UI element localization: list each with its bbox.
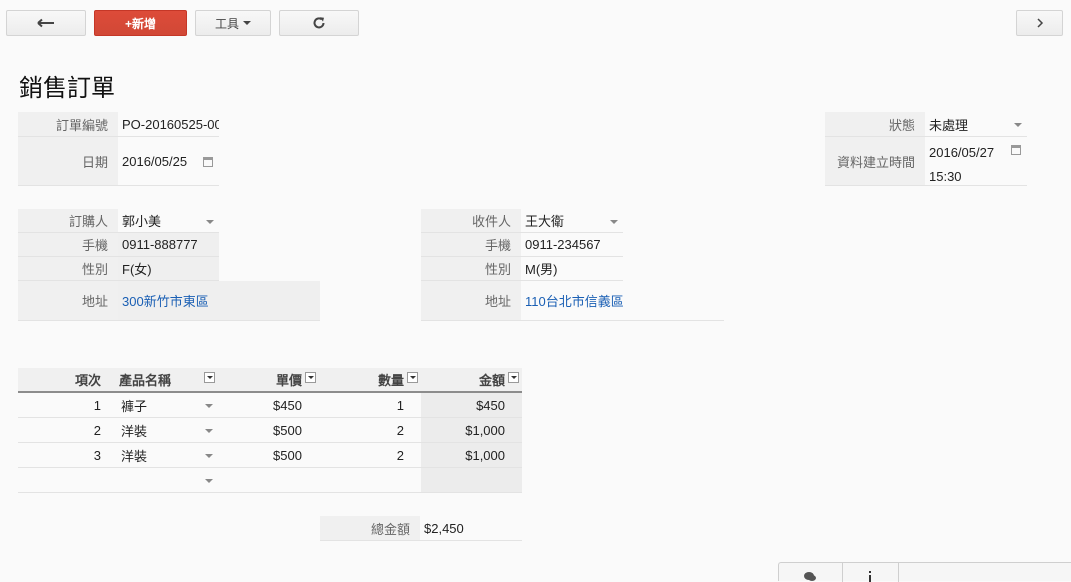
buyer-gender-field: F(女) — [118, 257, 219, 280]
receiver-name-row: 收件人 王大衛 — [421, 209, 623, 233]
calendar-icon[interactable] — [203, 157, 213, 167]
col-header-price: 單價 — [275, 373, 302, 388]
next-record-button[interactable] — [1016, 10, 1063, 36]
cell-no: 1 — [93, 398, 101, 413]
chevron-down-icon[interactable] — [205, 429, 213, 433]
receiver-gender-row: 性別 M(男) — [421, 257, 623, 281]
col-header-product: 產品名稱 — [119, 373, 172, 388]
order-no-row: 訂單編號 PO-20160525-00 — [18, 112, 219, 137]
cell-amount: $1,000 — [465, 423, 505, 438]
col-header-no: 項次 — [74, 373, 101, 388]
cell-no: 3 — [93, 448, 101, 463]
receiver-gender-field[interactable]: M(男) — [521, 257, 623, 280]
chevron-down-icon[interactable] — [205, 404, 213, 408]
back-button[interactable] — [6, 10, 86, 36]
receiver-address-label: 地址 — [421, 281, 521, 320]
buyer-address-link[interactable]: 300新竹市東區 — [118, 281, 320, 320]
cell-price[interactable]: $500 — [273, 443, 333, 468]
buyer-gender-row: 性別 F(女) — [18, 257, 219, 281]
cell-product[interactable]: 洋裝 — [121, 418, 201, 443]
created-time-value: 2016/05/27 15:30 — [929, 141, 994, 189]
cell-qty[interactable]: 2 — [354, 418, 404, 443]
status-select[interactable]: 未處理 — [925, 112, 1015, 136]
column-menu-icon[interactable] — [305, 372, 316, 383]
status-label: 狀態 — [825, 112, 925, 136]
receiver-phone-field[interactable]: 0911-234567 — [521, 233, 623, 256]
receiver-gender-label: 性別 — [421, 257, 521, 280]
page-title: 銷售訂單 — [19, 74, 115, 102]
chevron-down-icon[interactable] — [610, 220, 618, 224]
calendar-icon[interactable] — [1011, 145, 1021, 155]
buyer-phone-label: 手機 — [18, 233, 118, 256]
created-time-label: 資料建立時間 — [825, 137, 925, 185]
buyer-gender-label: 性別 — [18, 257, 118, 280]
date-row: 日期 2016/05/25 — [18, 137, 219, 186]
buyer-address-label: 地址 — [18, 281, 118, 320]
cell-amount: $1,000 — [465, 448, 505, 463]
cell-no: 2 — [93, 423, 101, 438]
tools-menu-button[interactable]: 工具 — [195, 10, 271, 36]
created-time: 15:30 — [929, 169, 962, 184]
total-value: $2,450 — [424, 520, 464, 536]
date-field[interactable]: 2016/05/25 — [118, 137, 198, 185]
cell-product[interactable]: 褲子 — [121, 393, 201, 418]
chevron-down-icon[interactable] — [1014, 123, 1022, 127]
caret-down-icon — [243, 21, 251, 25]
order-no-field[interactable]: PO-20160525-00 — [118, 112, 219, 136]
chevron-down-icon[interactable] — [206, 220, 214, 224]
status-row: 狀態 未處理 — [825, 112, 1027, 137]
receiver-name-label: 收件人 — [421, 209, 521, 232]
cell-product[interactable]: 洋裝 — [121, 443, 201, 468]
cell-qty[interactable]: 1 — [354, 393, 404, 418]
column-menu-icon[interactable] — [407, 372, 418, 383]
receiver-phone-row: 手機 0911-234567 — [421, 233, 623, 257]
info-icon — [869, 571, 871, 582]
receiver-address-link[interactable]: 110台北市信義區 — [521, 281, 724, 320]
buyer-name-select[interactable]: 郭小美 — [118, 209, 219, 232]
add-new-label: +新增 — [124, 16, 156, 31]
refresh-icon — [313, 17, 325, 29]
cell-price[interactable]: $500 — [273, 418, 333, 443]
cell-amount: $450 — [476, 398, 505, 413]
receiver-name-select[interactable]: 王大衛 — [521, 209, 623, 232]
info-button[interactable] — [842, 563, 899, 582]
chevron-down-icon[interactable] — [205, 454, 213, 458]
row-divider — [18, 492, 522, 493]
buyer-phone-row: 手機 0911-888777 — [18, 233, 219, 257]
total-row: 總金額 $2,450 — [320, 516, 522, 541]
tools-label: 工具 — [214, 16, 239, 31]
column-menu-icon[interactable] — [508, 372, 519, 383]
cell-qty[interactable]: 2 — [354, 443, 404, 468]
buyer-phone-field: 0911-888777 — [118, 233, 219, 256]
col-header-qty: 數量 — [377, 373, 404, 388]
total-label: 總金額 — [320, 516, 420, 540]
receiver-phone-label: 手機 — [421, 233, 521, 256]
bottom-panel-bar — [778, 562, 1071, 582]
created-date: 2016/05/27 — [929, 145, 995, 160]
receiver-address-row: 地址 110台北市信義區 — [421, 281, 724, 321]
comments-button[interactable] — [779, 563, 843, 582]
arrow-left-icon — [37, 18, 54, 28]
buyer-name-label: 訂購人 — [18, 209, 118, 232]
add-new-button[interactable]: +新增 — [94, 10, 187, 36]
col-header-amount: 金額 — [478, 373, 505, 388]
chevron-right-icon — [1036, 18, 1043, 28]
order-no-label: 訂單編號 — [18, 112, 118, 136]
column-menu-icon[interactable] — [204, 372, 215, 383]
cell-price[interactable]: $450 — [273, 393, 333, 418]
date-label: 日期 — [18, 137, 118, 185]
created-time-row: 資料建立時間 2016/05/27 15:30 — [825, 137, 1027, 186]
buyer-address-row: 地址 300新竹市東區 — [18, 281, 320, 321]
refresh-button[interactable] — [279, 10, 359, 36]
comment-icon — [804, 572, 816, 581]
chevron-down-icon[interactable] — [205, 479, 213, 483]
buyer-name-row: 訂購人 郭小美 — [18, 209, 219, 233]
new-item-row[interactable] — [18, 468, 421, 492]
